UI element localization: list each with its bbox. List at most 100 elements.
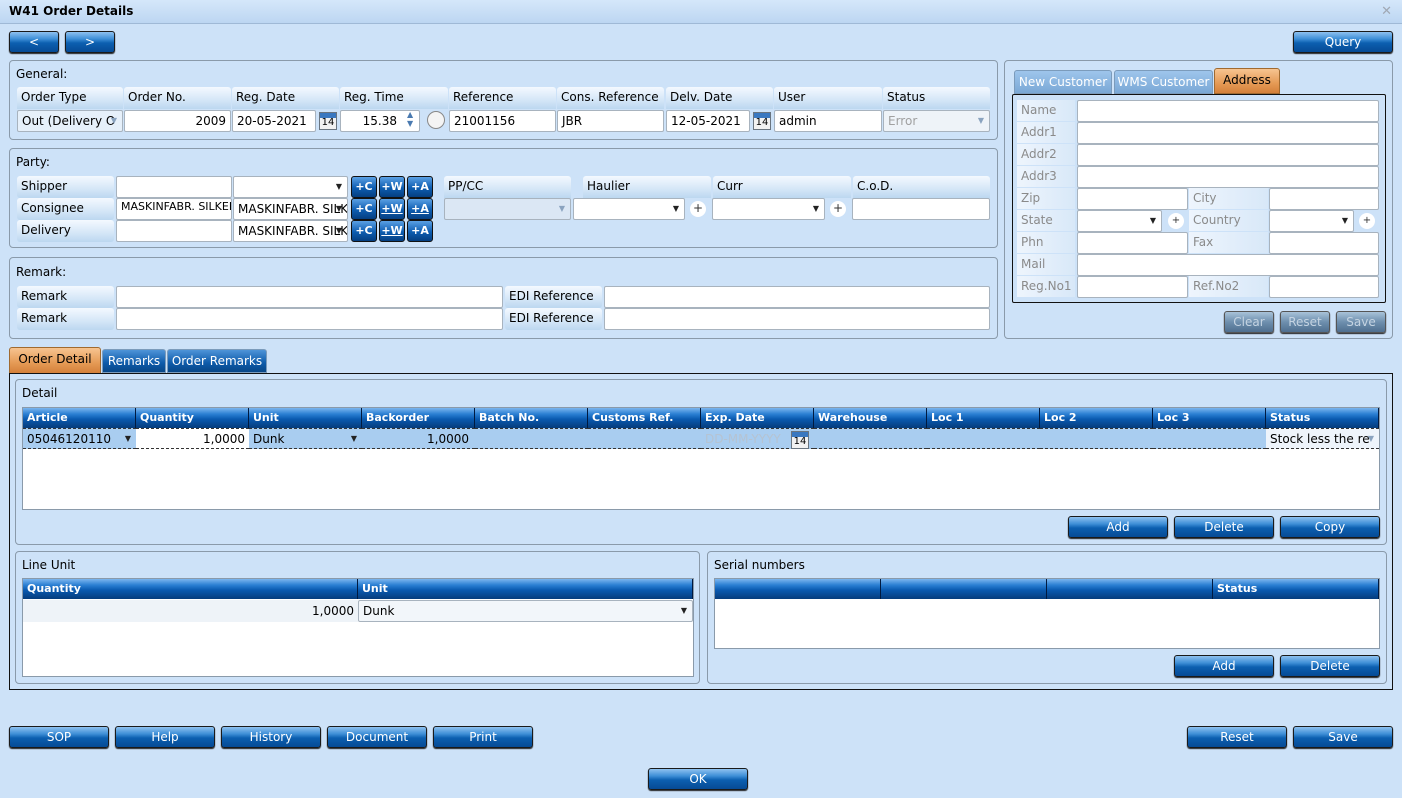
spinner-icon[interactable]: ▲ ▼ — [407, 110, 413, 128]
remark-field[interactable] — [116, 286, 503, 308]
add-customer-button[interactable]: +C — [351, 198, 377, 220]
addr1-field[interactable] — [1077, 122, 1379, 144]
reset-button[interactable]: Reset — [1187, 726, 1287, 748]
serial-col-2[interactable] — [881, 579, 1047, 599]
addr2-field[interactable] — [1077, 144, 1379, 166]
tab-order-remarks[interactable]: Order Remarks — [167, 349, 267, 373]
add-state-icon[interactable]: + — [1168, 213, 1184, 229]
add-address-button[interactable]: +A — [407, 176, 433, 198]
state-select[interactable] — [1077, 210, 1162, 232]
col-backorder[interactable]: Backorder — [362, 408, 475, 428]
cod-field[interactable] — [852, 198, 990, 220]
col-status[interactable]: Status — [1266, 408, 1379, 428]
col-loc3[interactable]: Loc 3 — [1153, 408, 1266, 428]
line-unit-quantity[interactable]: 1,0000 — [23, 600, 358, 622]
refno2-field[interactable] — [1269, 276, 1379, 298]
delivery-select[interactable]: MASKINFABR. SILK — [233, 220, 348, 242]
col-exp-date[interactable]: Exp. Date — [701, 408, 814, 428]
add-wms-button[interactable]: +W — [379, 198, 405, 220]
address-reset-button[interactable]: Reset — [1280, 311, 1330, 333]
reg-date-field[interactable]: 20-05-2021 — [232, 110, 316, 132]
tab-remarks[interactable]: Remarks — [102, 349, 166, 373]
add-customer-button[interactable]: +C — [351, 220, 377, 242]
country-select[interactable] — [1269, 210, 1354, 232]
shipper-text[interactable] — [116, 176, 232, 198]
col-unit[interactable]: Unit — [249, 408, 362, 428]
clock-icon[interactable] — [427, 111, 445, 129]
col-batch-no[interactable]: Batch No. — [475, 408, 588, 428]
cell-loc3[interactable] — [1153, 428, 1266, 449]
regno1-field[interactable] — [1077, 276, 1188, 298]
serial-col-3[interactable] — [1047, 579, 1213, 599]
col-quantity[interactable]: Quantity — [136, 408, 249, 428]
cell-loc2[interactable] — [1040, 428, 1153, 449]
cell-article[interactable]: 05046120110 — [23, 428, 136, 449]
tab-wms-customer[interactable]: WMS Customer — [1114, 70, 1213, 94]
document-button[interactable]: Document — [327, 726, 427, 748]
city-field[interactable] — [1269, 188, 1379, 210]
calendar-icon[interactable]: 14 — [791, 431, 809, 449]
cell-status[interactable]: Stock less the re — [1266, 428, 1379, 449]
user-field[interactable]: admin — [774, 110, 882, 132]
tab-new-customer[interactable]: New Customer — [1014, 70, 1112, 94]
col-article[interactable]: Article — [23, 408, 136, 428]
ppcc-select[interactable] — [444, 198, 571, 220]
haulier-select[interactable] — [573, 198, 685, 220]
detail-delete-button[interactable]: Delete — [1174, 516, 1274, 538]
cons-reference-field[interactable]: JBR — [557, 110, 664, 132]
add-wms-button[interactable]: +W — [379, 176, 405, 198]
cell-unit[interactable]: Dunk — [249, 428, 362, 449]
close-icon[interactable]: ✕ — [1381, 4, 1392, 19]
col-customs-ref[interactable]: Customs Ref. — [588, 408, 701, 428]
query-button[interactable]: Query — [1293, 31, 1393, 53]
next-button[interactable]: > — [65, 31, 115, 53]
serial-col-status[interactable]: Status — [1213, 579, 1379, 599]
detail-add-button[interactable]: Add — [1068, 516, 1168, 538]
print-button[interactable]: Print — [433, 726, 533, 748]
phn-field[interactable] — [1077, 232, 1188, 254]
add-address-button[interactable]: +A — [407, 220, 433, 242]
add-haulier-icon[interactable]: + — [690, 201, 706, 217]
delivery-text[interactable] — [116, 220, 232, 242]
add-country-icon[interactable]: + — [1359, 213, 1375, 229]
cell-loc1[interactable] — [927, 428, 1040, 449]
calendar-icon[interactable]: 14 — [753, 112, 771, 130]
cell-warehouse[interactable] — [814, 428, 927, 449]
add-customer-button[interactable]: +C — [351, 176, 377, 198]
name-field[interactable] — [1077, 100, 1379, 122]
addr3-field[interactable] — [1077, 166, 1379, 188]
mail-field[interactable] — [1077, 254, 1379, 276]
col-quantity[interactable]: Quantity — [23, 579, 358, 599]
address-save-button[interactable]: Save — [1336, 311, 1386, 333]
fax-field[interactable] — [1269, 232, 1379, 254]
cell-backorder[interactable]: 1,0000 — [362, 428, 475, 449]
save-button[interactable]: Save — [1293, 726, 1393, 748]
delv-date-field[interactable]: 12-05-2021 — [666, 110, 750, 132]
tab-address[interactable]: Address — [1214, 68, 1280, 94]
edi-reference-field[interactable] — [604, 308, 990, 330]
ok-button[interactable]: OK — [648, 768, 748, 790]
consignee-select[interactable]: MASKINFABR. SILK — [233, 198, 348, 220]
clear-button[interactable]: Clear — [1224, 311, 1274, 333]
add-address-button[interactable]: +A — [407, 198, 433, 220]
remark-field[interactable] — [116, 308, 503, 330]
col-loc1[interactable]: Loc 1 — [927, 408, 1040, 428]
serial-add-button[interactable]: Add — [1174, 655, 1274, 677]
cell-customs-ref[interactable] — [588, 428, 701, 449]
col-warehouse[interactable]: Warehouse — [814, 408, 927, 428]
curr-select[interactable] — [712, 198, 825, 220]
history-button[interactable]: History — [221, 726, 321, 748]
col-unit[interactable]: Unit — [358, 579, 693, 599]
edi-reference-field[interactable] — [604, 286, 990, 308]
col-loc2[interactable]: Loc 2 — [1040, 408, 1153, 428]
cell-quantity[interactable]: 1,0000 — [136, 428, 249, 449]
add-currency-icon[interactable]: + — [830, 201, 846, 217]
sop-button[interactable]: SOP — [9, 726, 109, 748]
order-type-select[interactable]: Out (Delivery O — [17, 110, 123, 132]
prev-button[interactable]: < — [9, 31, 59, 53]
serial-col-1[interactable] — [715, 579, 881, 599]
consignee-text[interactable]: MASKINFABR. SILKEBORG — [116, 198, 232, 220]
status-select[interactable]: Error — [883, 110, 990, 132]
help-button[interactable]: Help — [115, 726, 215, 748]
detail-copy-button[interactable]: Copy — [1280, 516, 1380, 538]
